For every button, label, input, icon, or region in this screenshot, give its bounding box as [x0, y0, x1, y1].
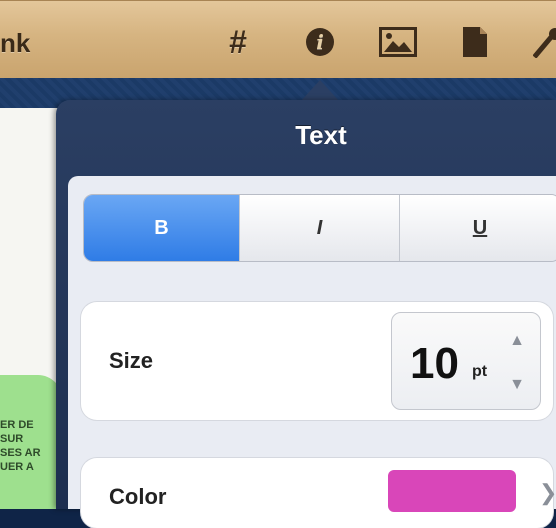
popover-arrow [300, 80, 340, 102]
document-icon[interactable] [455, 22, 495, 62]
background-text: ER DE SUR SES AR UER A [0, 419, 41, 473]
popover-content: B I U Size 10 pt ▲ ▼ Color ❯ [68, 176, 556, 528]
size-row: Size 10 pt ▲ ▼ [81, 302, 553, 420]
image-icon[interactable] [378, 22, 418, 62]
size-label: Size [109, 348, 154, 373]
wrench-icon[interactable] [528, 22, 556, 62]
color-swatch[interactable] [388, 470, 516, 512]
decrement-arrow-icon[interactable]: ▼ [504, 373, 530, 397]
color-row[interactable]: Color ❯ [81, 458, 556, 528]
size-stepper[interactable]: 10 pt ▲ ▼ [391, 312, 541, 410]
info-icon[interactable]: i [300, 22, 340, 62]
italic-button[interactable]: I [240, 195, 400, 261]
size-unit: pt [472, 363, 488, 380]
chevron-right-icon: ❯ [539, 480, 556, 505]
toolbar-title: nk [0, 28, 31, 58]
bold-button[interactable]: B [84, 195, 240, 261]
svg-text:i: i [316, 30, 324, 54]
hash-icon[interactable]: # [218, 22, 258, 62]
size-value: 10 [410, 339, 459, 388]
text-popover: Text B I U Size 10 pt ▲ ▼ Color ❯ [56, 100, 556, 528]
underline-button[interactable]: U [400, 195, 556, 261]
popover-title: Text [295, 120, 347, 150]
top-toolbar: nk # i [0, 0, 556, 78]
increment-arrow-icon[interactable]: ▲ [504, 329, 530, 353]
color-label: Color [109, 484, 167, 509]
text-style-segmented-control: B I U [83, 194, 556, 262]
